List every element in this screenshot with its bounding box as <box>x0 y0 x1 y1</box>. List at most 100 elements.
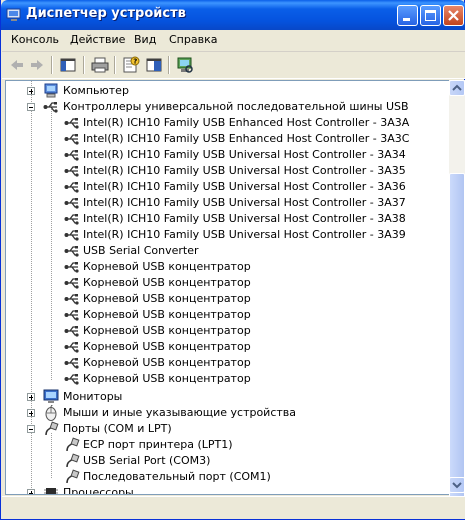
properties-icon[interactable]: ? <box>121 55 141 75</box>
scan-hardware-icon[interactable] <box>175 55 195 75</box>
usb-device-item[interactable]: Корневой USB концентратор <box>6 307 446 323</box>
device-manager-window: Диспетчер устройств Консоль Действие Вид… <box>0 0 465 520</box>
usb-device-item[interactable]: Корневой USB концентратор <box>6 259 446 275</box>
usb-icon <box>64 150 79 161</box>
help-icon[interactable] <box>144 55 164 75</box>
device-label: Intel(R) ICH10 Family USB Universal Host… <box>83 148 406 161</box>
maximize-icon <box>425 10 436 21</box>
tree-category-computer[interactable]: Компьютер <box>6 83 446 99</box>
chevron-up-icon <box>452 84 462 91</box>
tree-category-label: Процессоры <box>63 486 134 495</box>
close-icon <box>448 10 459 21</box>
usb-icon <box>64 294 79 305</box>
back-icon[interactable] <box>7 55 27 75</box>
tree-category-label: Мониторы <box>63 390 123 403</box>
menu-console[interactable]: Консоль <box>11 33 59 46</box>
port-icon <box>66 469 80 484</box>
toolbar-separator <box>168 56 170 74</box>
tree-category-monitors[interactable]: Мониторы <box>6 389 446 405</box>
usb-icon <box>64 134 79 145</box>
usb-icon <box>43 102 58 113</box>
tree-category-label: Компьютер <box>63 84 129 97</box>
menu-bar: Консоль Действие Вид Справка <box>2 30 465 52</box>
usb-device-item[interactable]: Корневой USB концентратор <box>6 275 446 291</box>
usb-device-item[interactable]: Intel(R) ICH10 Family USB Universal Host… <box>6 179 446 195</box>
tree-category-ports[interactable]: Порты (COM и LPT) <box>6 421 446 437</box>
usb-device-item[interactable]: Корневой USB концентратор <box>6 371 446 387</box>
usb-icon <box>64 278 79 289</box>
expand-icon[interactable] <box>27 87 35 95</box>
usb-device-item[interactable]: USB Serial Converter <box>6 243 446 259</box>
menu-help[interactable]: Справка <box>169 33 217 46</box>
device-label: Корневой USB концентратор <box>83 292 251 305</box>
usb-icon <box>64 326 79 337</box>
port-icon <box>66 437 80 452</box>
usb-device-item[interactable]: Intel(R) ICH10 Family USB Universal Host… <box>6 195 446 211</box>
minimize-button[interactable] <box>397 5 418 26</box>
device-label: Intel(R) ICH10 Family USB Enhanced Host … <box>83 116 410 129</box>
maximize-button[interactable] <box>420 5 441 26</box>
tree-category-mice[interactable]: Мыши и иные указывающие устройства <box>6 405 446 421</box>
device-tree[interactable]: Компьютер Контроллеры универсальной посл… <box>5 80 450 495</box>
port-device-item[interactable]: ECP порт принтера (LPT1) <box>6 437 446 453</box>
port-icon <box>45 421 59 436</box>
usb-icon <box>64 230 79 241</box>
device-label: ECP порт принтера (LPT1) <box>83 438 233 451</box>
minimize-icon <box>403 18 410 21</box>
device-label: Intel(R) ICH10 Family USB Universal Host… <box>83 212 406 225</box>
device-label: Intel(R) ICH10 Family USB Enhanced Host … <box>83 132 410 145</box>
usb-device-item[interactable]: Intel(R) ICH10 Family USB Universal Host… <box>6 147 446 163</box>
chevron-down-icon <box>452 482 462 489</box>
usb-icon <box>64 262 79 273</box>
close-button[interactable] <box>443 5 464 26</box>
usb-icon <box>64 342 79 353</box>
tree-category-usb[interactable]: Контроллеры универсальной последовательн… <box>6 99 446 115</box>
device-label: USB Serial Converter <box>83 244 199 257</box>
toolbar-separator <box>83 56 85 74</box>
tree-category-label: Контроллеры универсальной последовательн… <box>63 100 409 113</box>
expand-icon[interactable] <box>27 393 35 401</box>
usb-icon <box>64 198 79 209</box>
usb-device-item[interactable]: Корневой USB концентратор <box>6 323 446 339</box>
usb-icon <box>64 166 79 177</box>
expand-icon[interactable] <box>27 409 35 417</box>
port-device-item[interactable]: USB Serial Port (COM3) <box>6 453 446 469</box>
device-label: Intel(R) ICH10 Family USB Universal Host… <box>83 196 406 209</box>
usb-device-item[interactable]: Intel(R) ICH10 Family USB Enhanced Host … <box>6 131 446 147</box>
tree-category-processors[interactable]: Процессоры <box>6 485 446 495</box>
usb-icon <box>64 182 79 193</box>
usb-device-item[interactable]: Корневой USB концентратор <box>6 291 446 307</box>
device-label: Корневой USB концентратор <box>83 340 251 353</box>
menu-view[interactable]: Вид <box>134 33 156 46</box>
computer-icon <box>44 83 58 98</box>
print-icon[interactable] <box>90 55 110 75</box>
device-label: Корневой USB концентратор <box>83 324 251 337</box>
mouse-icon <box>45 405 57 421</box>
usb-device-item[interactable]: Intel(R) ICH10 Family USB Enhanced Host … <box>6 115 446 131</box>
monitor-icon <box>43 389 59 403</box>
usb-device-item[interactable]: Intel(R) ICH10 Family USB Universal Host… <box>6 227 446 243</box>
scroll-down-button[interactable] <box>449 477 465 493</box>
device-label: Intel(R) ICH10 Family USB Universal Host… <box>83 180 406 193</box>
device-label: Последовательный порт (COM1) <box>83 470 271 483</box>
show-hide-tree-icon[interactable] <box>58 55 78 75</box>
usb-device-item[interactable]: Intel(R) ICH10 Family USB Universal Host… <box>6 163 446 179</box>
usb-device-item[interactable]: Корневой USB концентратор <box>6 355 446 371</box>
port-device-item[interactable]: Последовательный порт (COM1) <box>6 469 446 485</box>
scroll-thumb[interactable] <box>449 173 465 515</box>
collapse-icon[interactable] <box>27 425 35 433</box>
expand-icon[interactable] <box>27 489 35 494</box>
tree-category-label: Мыши и иные указывающие устройства <box>63 406 297 419</box>
device-label: Intel(R) ICH10 Family USB Universal Host… <box>83 164 406 177</box>
collapse-icon[interactable] <box>27 103 35 111</box>
vertical-scrollbar[interactable] <box>449 80 465 515</box>
usb-device-item[interactable]: Intel(R) ICH10 Family USB Universal Host… <box>6 211 446 227</box>
forward-icon[interactable] <box>27 55 47 75</box>
scroll-up-button[interactable] <box>449 80 465 96</box>
menu-action[interactable]: Действие <box>70 33 125 46</box>
device-label: USB Serial Port (COM3) <box>83 454 211 467</box>
toolbar-separator <box>51 56 53 74</box>
usb-device-item[interactable]: Корневой USB концентратор <box>6 339 446 355</box>
device-label: Intel(R) ICH10 Family USB Universal Host… <box>83 228 406 241</box>
title-bar[interactable]: Диспетчер устройств <box>1 0 465 30</box>
